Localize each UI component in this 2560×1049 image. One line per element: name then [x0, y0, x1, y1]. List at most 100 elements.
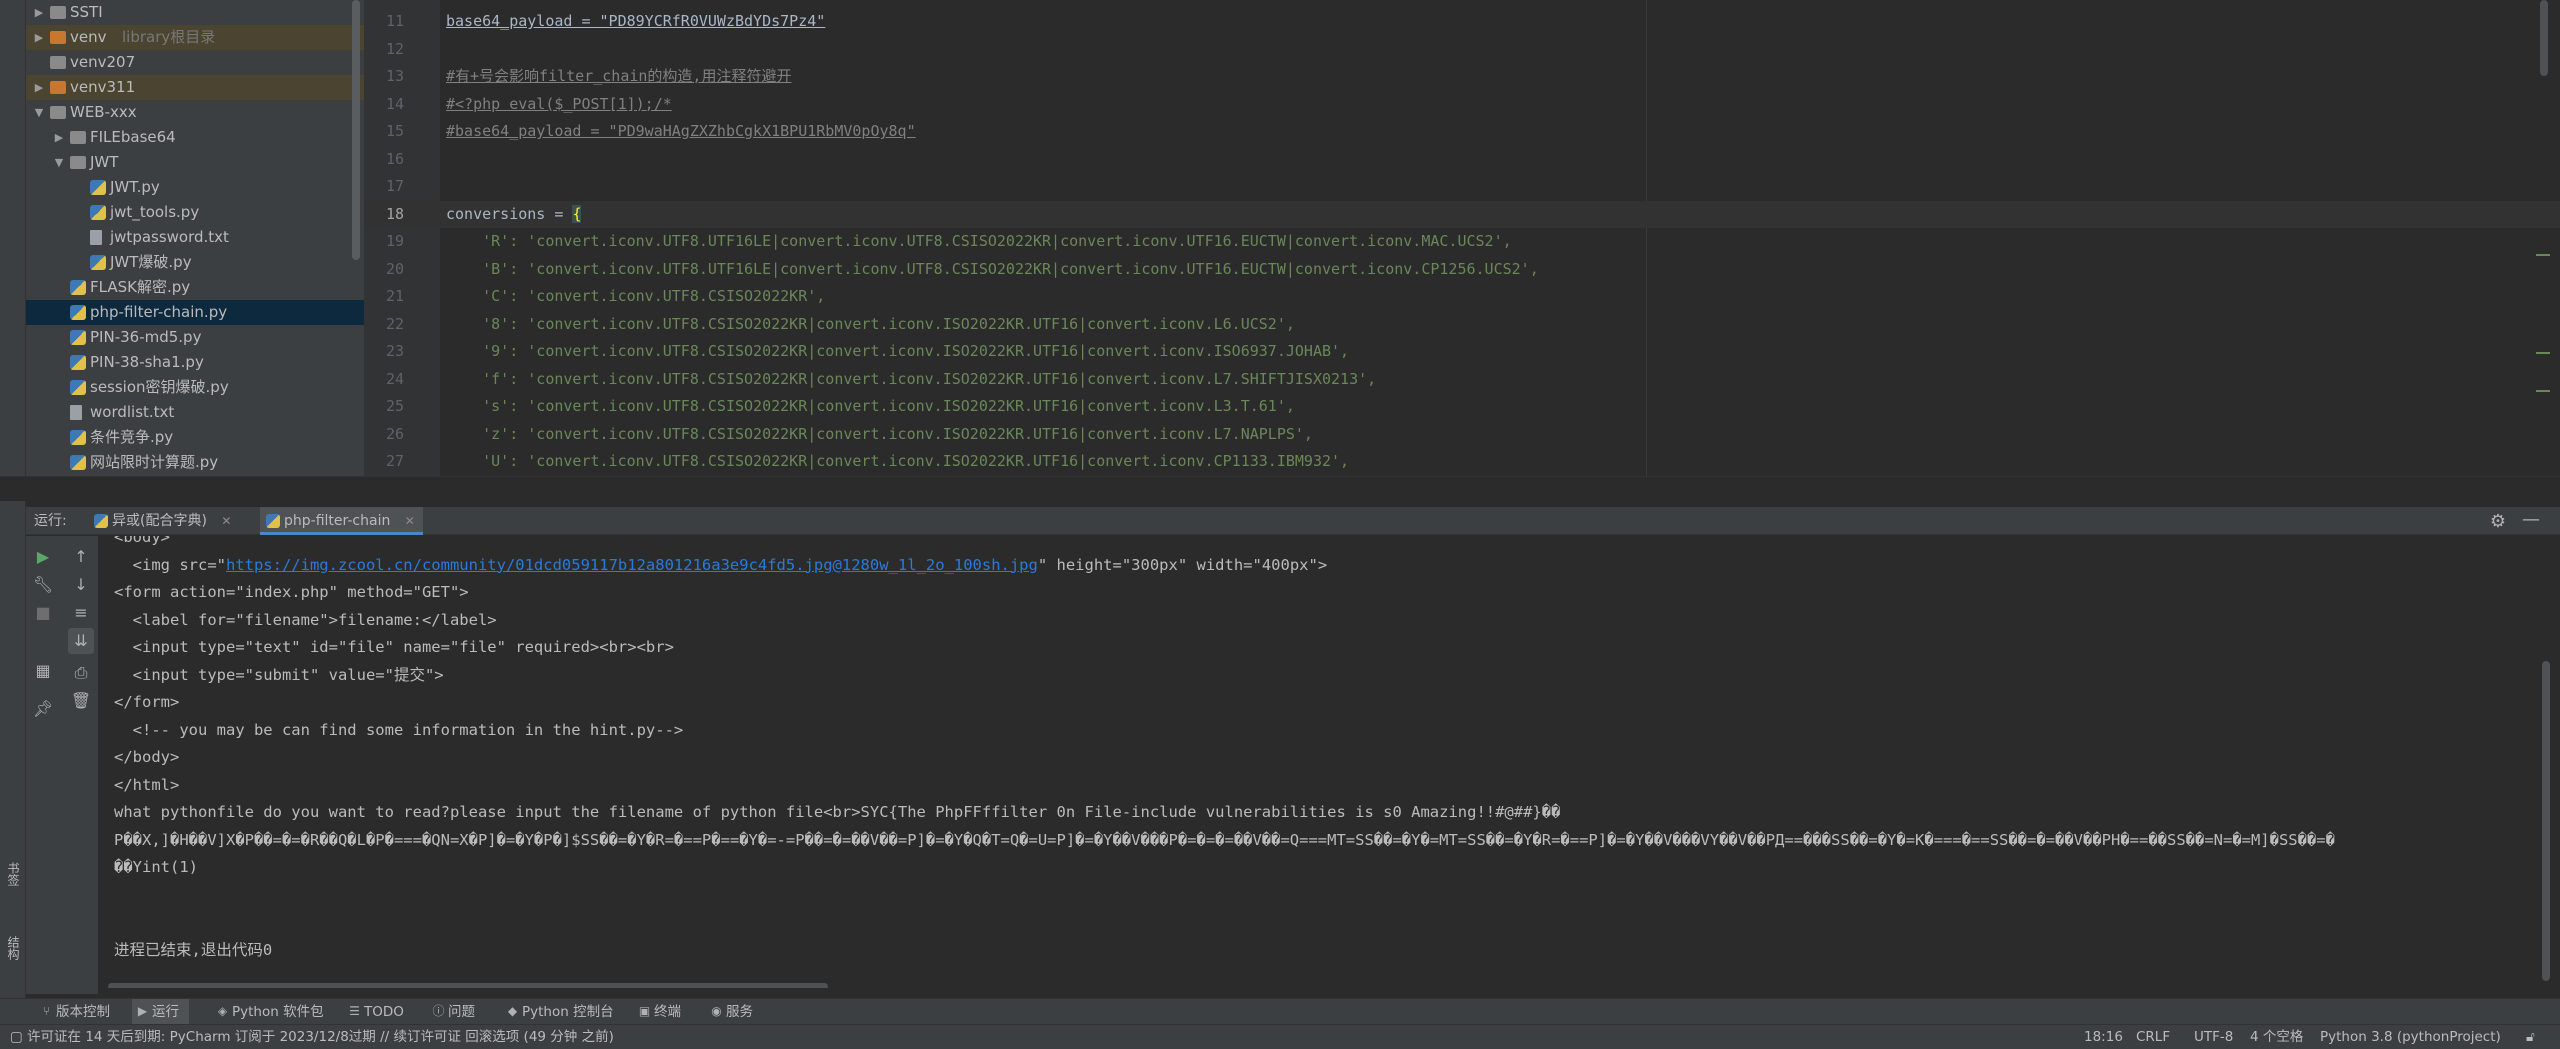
tree-item[interactable]: ▶ venv311 [26, 75, 364, 100]
tab-python-console[interactable]: ◆ Python 控制台 [502, 999, 614, 1025]
tab-problems[interactable]: ⓘ 问题 [428, 999, 475, 1025]
tab-xor-dict[interactable]: 异或(配合字典) ✕ [88, 507, 231, 535]
layout-icon[interactable]: ▦ [30, 658, 56, 684]
code-line[interactable]: 12 [364, 36, 2560, 64]
tree-item[interactable]: jwt_tools.py [26, 200, 364, 225]
layout-icon: ▢ [10, 1029, 28, 1045]
code-line[interactable]: 17 [364, 173, 2560, 201]
code-line[interactable]: 16 [364, 146, 2560, 174]
tree-item-label: venv [70, 28, 107, 46]
code-line[interactable]: 13 #有+号会影响filter_chain的构造,用注释符避开 [364, 63, 2560, 91]
tree-item[interactable]: php-filter-chain.py [26, 300, 364, 325]
code-line[interactable]: 19 'R': 'convert.iconv.UTF8.UTF16LE|conv… [364, 228, 2560, 256]
code-line[interactable]: 14 #<?php eval($_POST[1]);/* [364, 91, 2560, 119]
python-file-icon [90, 255, 106, 270]
console-text: P��X,]�H��V]X�P��=�=�R��Q�L�P�===�QN=X�P… [114, 830, 2335, 849]
run-console-output[interactable]: <body> <img src="https://img.zcool.cn/co… [98, 536, 2550, 988]
tree-item[interactable]: ▼ JWT [26, 150, 364, 175]
console-line: what pythonfile do you want to read?plea… [114, 799, 1560, 827]
tree-item[interactable]: ▶ FILEbase64 [26, 125, 364, 150]
tree-item-label: 网站限时计算题.py [90, 453, 219, 471]
editor-scrollbar[interactable] [2540, 0, 2548, 76]
tab-run[interactable]: ▶ 运行 [132, 999, 189, 1025]
tree-item[interactable]: FLASK解密.py [26, 275, 364, 300]
tree-item[interactable]: session密钥爆破.py [26, 375, 364, 400]
tab-label: 问题 [448, 1004, 475, 1020]
tree-item[interactable]: PIN-38-sha1.py [26, 350, 364, 375]
chevron-right-icon[interactable]: ▶ [32, 25, 46, 50]
code-line[interactable]: 23 '9': 'convert.iconv.UTF8.CSISO2022KR|… [364, 338, 2560, 366]
chevron-right-icon[interactable]: ▶ [32, 0, 46, 25]
code-line[interactable]: 15 #base64_payload = "PD9waHAgZXZhbCgkX1B… [364, 118, 2560, 146]
code-editor[interactable]: 11 base64_payload = "PD89YCRfR0VUWzBdYDs7… [364, 0, 2560, 476]
console-vertical-scrollbar[interactable] [2542, 661, 2550, 981]
chevron-down-icon[interactable]: ▼ [52, 150, 66, 175]
chevron-down-icon[interactable]: ▼ [32, 100, 46, 125]
code-line[interactable]: 20 'B': 'convert.iconv.UTF8.UTF16LE|conv… [364, 256, 2560, 284]
tree-item[interactable]: wordlist.txt [26, 400, 364, 425]
up-arrow-icon[interactable]: ↑ [68, 544, 94, 570]
tree-item[interactable]: 网站限时计算题.py [26, 450, 364, 475]
panel-splitter[interactable] [0, 476, 2560, 501]
tab-python-packages[interactable]: ◈ Python 软件包 [212, 999, 324, 1025]
soft-wrap-icon[interactable]: ≡ [68, 600, 94, 626]
code-line[interactable]: 27 'U': 'convert.iconv.UTF8.CSISO2022KR|… [364, 448, 2560, 476]
bookmarks-tool-button[interactable]: 书签 [4, 862, 22, 886]
terminal-icon: ▣ [638, 1004, 651, 1018]
rerun-icon[interactable]: ▶ [30, 544, 56, 570]
chevron-right-icon[interactable]: ▶ [52, 125, 66, 150]
tab-php-filter-chain[interactable]: php-filter-chain ✕ [260, 507, 423, 535]
python-file-icon [90, 205, 106, 220]
file-encoding[interactable]: UTF-8 [2194, 1025, 2233, 1049]
services-icon: ◉ [711, 1004, 722, 1018]
print-icon[interactable]: ⎙ [68, 660, 94, 686]
pin-icon[interactable]: 📌︎ [30, 696, 56, 722]
console-horizontal-scrollbar[interactable] [108, 983, 828, 988]
tree-item[interactable]: venv207 [26, 50, 364, 75]
tree-item[interactable]: 条件竞争.py [26, 425, 364, 450]
code-line[interactable]: 21 'C': 'convert.iconv.UTF8.CSISO2022KR'… [364, 283, 2560, 311]
python-interpreter[interactable]: Python 3.8 (pythonProject) [2320, 1025, 2501, 1049]
line-separator[interactable]: CRLF [2136, 1025, 2170, 1049]
code-text: '9': 'convert.iconv.UTF8.CSISO2022KR|con… [446, 342, 1350, 360]
console-link[interactable]: https://img.zcool.cn/community/01dcd0591… [226, 556, 1038, 574]
code-line[interactable]: 11 base64_payload = "PD89YCRfR0VUWzBdYDs7… [364, 8, 2560, 36]
status-message[interactable]: ▢ 许可证在 14 天后到期: PyCharm 订阅于 2023/12/8过期 … [10, 1025, 614, 1049]
chevron-right-icon[interactable]: ▶ [32, 75, 46, 100]
stop-icon[interactable]: ■ [30, 600, 56, 626]
structure-tool-button[interactable]: 结构 [4, 936, 22, 960]
caret-position[interactable]: 18:16 [2084, 1025, 2123, 1049]
lock-icon[interactable]: 🔓︎ [2526, 1025, 2535, 1049]
project-tree-scrollbar[interactable] [352, 0, 360, 260]
console-text: <body> [114, 536, 170, 546]
tree-item[interactable]: PIN-36-md5.py [26, 325, 364, 350]
tree-item-label: WEB-xxx [70, 103, 137, 121]
code-line[interactable]: 26 'z': 'convert.iconv.UTF8.CSISO2022KR|… [364, 421, 2560, 449]
tab-services[interactable]: ◉ 服务 [706, 999, 753, 1025]
down-arrow-icon[interactable]: ↓ [68, 572, 94, 598]
tree-item[interactable]: jwtpassword.txt [26, 225, 364, 250]
code-line[interactable]: 24 'f': 'convert.iconv.UTF8.CSISO2022KR|… [364, 366, 2560, 394]
tree-item[interactable]: JWT爆破.py [26, 250, 364, 275]
tree-item[interactable]: JWT.py [26, 175, 364, 200]
scroll-to-end-icon[interactable]: ⇊ [68, 628, 94, 654]
close-icon[interactable]: ✕ [221, 514, 231, 528]
close-icon[interactable]: ✕ [405, 514, 415, 528]
indent-setting[interactable]: 4 个空格 [2250, 1025, 2303, 1049]
gear-icon[interactable]: ⚙ [2490, 511, 2506, 532]
tree-item[interactable]: ▼ WEB-xxx [26, 100, 364, 125]
code-line[interactable]: 18 conversions = { [364, 200, 2560, 228]
code-line[interactable]: 22 '8': 'convert.iconv.UTF8.CSISO2022KR|… [364, 311, 2560, 339]
wrench-icon[interactable]: 🔧︎ [30, 572, 56, 598]
code-text: #有+号会影响filter_chain的构造,用注释符避开 [446, 67, 792, 85]
trash-icon[interactable]: 🗑︎ [68, 688, 94, 714]
code-line[interactable]: 25 's': 'convert.iconv.UTF8.CSISO2022KR|… [364, 393, 2560, 421]
tree-item[interactable]: ▶ venv library根目录 [26, 25, 364, 50]
tree-item[interactable]: ▶ SSTI [26, 0, 364, 25]
matched-brace: { [572, 204, 582, 223]
tab-version-control[interactable]: ⑂ 版本控制 [36, 999, 110, 1025]
minimize-icon[interactable]: — [2522, 509, 2540, 530]
tab-todo[interactable]: ☰ TODO [344, 999, 404, 1025]
console-text: <label for="filename">filename:</label> [114, 610, 497, 629]
tab-terminal[interactable]: ▣ 终端 [634, 999, 681, 1025]
